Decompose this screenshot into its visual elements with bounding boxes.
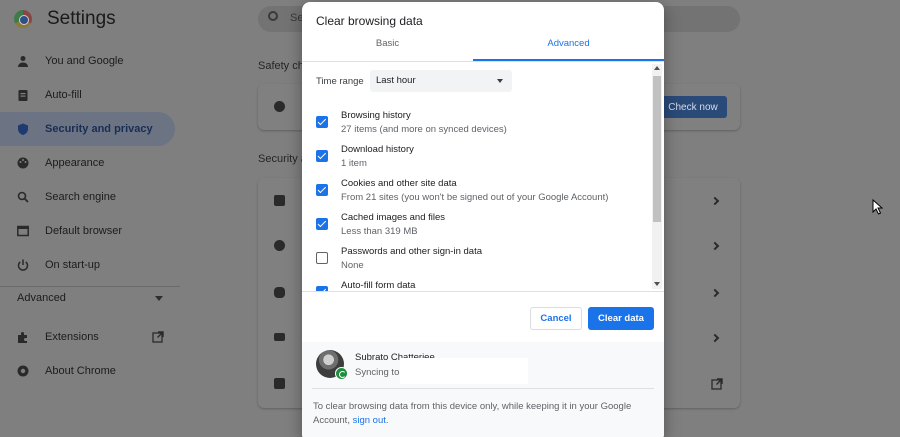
chrome-icon <box>17 365 29 377</box>
sidebar-item-label: Extensions <box>45 331 99 343</box>
time-range-select[interactable]: Last hour <box>370 70 512 92</box>
option-autofill-form-data[interactable]: Auto-fill form data <box>302 273 652 291</box>
security-heading: Security a <box>258 153 307 165</box>
time-range-value: Last hour <box>376 75 416 86</box>
clipboard-icon <box>18 90 28 101</box>
dialog-title: Clear browsing data <box>316 14 423 28</box>
sidebar-item-label: You and Google <box>45 55 124 67</box>
scroll-up-arrow-icon[interactable] <box>654 66 660 70</box>
sidebar-item-security-and-privacy[interactable]: Security and privacy <box>0 112 175 146</box>
flask-icon <box>274 378 285 389</box>
mouse-cursor-icon <box>872 199 883 215</box>
footer-note: To clear browsing data from this device … <box>313 400 643 428</box>
option-subtitle: 1 item <box>341 158 367 169</box>
scroll-down-arrow-icon[interactable] <box>654 282 660 286</box>
sidebar-item-you-and-google[interactable]: You and Google <box>0 44 180 78</box>
option-title: Browsing history <box>341 110 411 121</box>
option-title: Passwords and other sign-in data <box>341 246 482 257</box>
option-passwords[interactable]: Passwords and other sign-in data None <box>302 239 652 273</box>
chevron-down-icon <box>155 296 163 301</box>
chrome-logo-icon <box>14 10 32 28</box>
sliders-icon <box>274 333 285 341</box>
sidebar-item-label: Auto-fill <box>45 89 82 101</box>
option-title: Cached images and files <box>341 212 446 223</box>
power-icon <box>17 259 29 271</box>
sidebar-item-label: About Chrome <box>45 365 116 377</box>
sidebar-item-on-startup[interactable]: On start-up <box>0 248 180 282</box>
sync-icon <box>335 367 348 380</box>
option-download-history[interactable]: Download history 1 item <box>302 137 652 171</box>
dialog-footer: Subrato Chatterjee Syncing to To clear b… <box>302 342 664 437</box>
sidebar-item-label: Appearance <box>45 157 105 169</box>
option-title: Auto-fill form data <box>341 280 416 291</box>
check-now-button[interactable]: Check now <box>659 96 727 118</box>
time-range-label: Time range <box>316 76 364 87</box>
settings-sidebar: You and Google Auto-fill Security and pr… <box>0 44 180 388</box>
option-cookies[interactable]: Cookies and other site data From 21 site… <box>302 171 652 205</box>
option-browsing-history[interactable]: Browsing history 27 items (and more on s… <box>302 103 652 137</box>
redacted-email <box>400 358 528 384</box>
search-icon <box>17 191 29 203</box>
browsing-history-checkbox[interactable] <box>316 116 328 128</box>
option-subtitle: From 21 sites (you won't be signed out o… <box>341 192 609 203</box>
sidebar-item-label: On start-up <box>45 259 101 271</box>
passwords-checkbox[interactable] <box>316 252 328 264</box>
sidebar-item-label: Default browser <box>45 225 123 237</box>
sidebar-item-search-engine[interactable]: Search engine <box>0 180 180 214</box>
puzzle-icon <box>18 332 27 343</box>
shield-check-icon <box>274 101 285 112</box>
sidebar-advanced-toggle[interactable]: Advanced <box>0 282 180 322</box>
sign-out-link[interactable]: sign out <box>353 415 386 426</box>
settings-title: Settings <box>47 8 116 29</box>
cookie-icon <box>274 240 285 251</box>
download-history-checkbox[interactable] <box>316 150 328 162</box>
sidebar-item-extensions[interactable]: Extensions <box>0 320 180 354</box>
footer-divider <box>312 388 654 389</box>
sidebar-item-autofill[interactable]: Auto-fill <box>0 78 180 112</box>
cached-images-checkbox[interactable] <box>316 218 328 230</box>
clear-data-button[interactable]: Clear data <box>588 307 654 330</box>
sidebar-divider <box>0 286 180 287</box>
person-icon <box>18 56 28 67</box>
safety-check-heading: Safety ch <box>258 60 304 72</box>
scrollbar-thumb[interactable] <box>653 76 661 222</box>
footer-note-end: . <box>385 415 389 426</box>
browser-icon <box>17 225 29 237</box>
sidebar-item-label: Security and privacy <box>45 123 153 135</box>
external-link-icon[interactable] <box>711 378 723 390</box>
options-divider <box>302 291 664 292</box>
option-subtitle: 27 items (and more on synced devices) <box>341 124 507 135</box>
palette-icon <box>17 157 29 169</box>
option-subtitle: None <box>341 260 364 271</box>
shield-icon <box>274 287 285 298</box>
sidebar-item-about-chrome[interactable]: About Chrome <box>0 354 180 388</box>
option-cached-images[interactable]: Cached images and files Less than 319 MB <box>302 205 652 239</box>
option-title: Cookies and other site data <box>341 178 457 189</box>
tab-basic[interactable]: Basic <box>302 38 473 62</box>
cancel-button[interactable]: Cancel <box>530 307 582 330</box>
sidebar-advanced-label: Advanced <box>17 292 66 304</box>
cookies-checkbox[interactable] <box>316 184 328 196</box>
clear-browsing-data-dialog: Clear browsing data Basic Advanced Time … <box>302 2 664 437</box>
dropdown-arrow-icon <box>497 79 503 83</box>
trash-icon <box>274 195 285 206</box>
sync-status: Syncing to <box>355 367 400 378</box>
external-link-icon <box>152 331 164 343</box>
option-subtitle: Less than 319 MB <box>341 226 418 237</box>
sidebar-item-default-browser[interactable]: Default browser <box>0 214 180 248</box>
sidebar-item-label: Search engine <box>45 191 116 203</box>
option-title: Download history <box>341 144 414 155</box>
shield-icon <box>18 123 28 135</box>
options-scroll-area[interactable]: Time range Last hour Browsing history 27… <box>302 62 664 291</box>
sidebar-item-appearance[interactable]: Appearance <box>0 146 180 180</box>
search-icon <box>268 11 278 21</box>
